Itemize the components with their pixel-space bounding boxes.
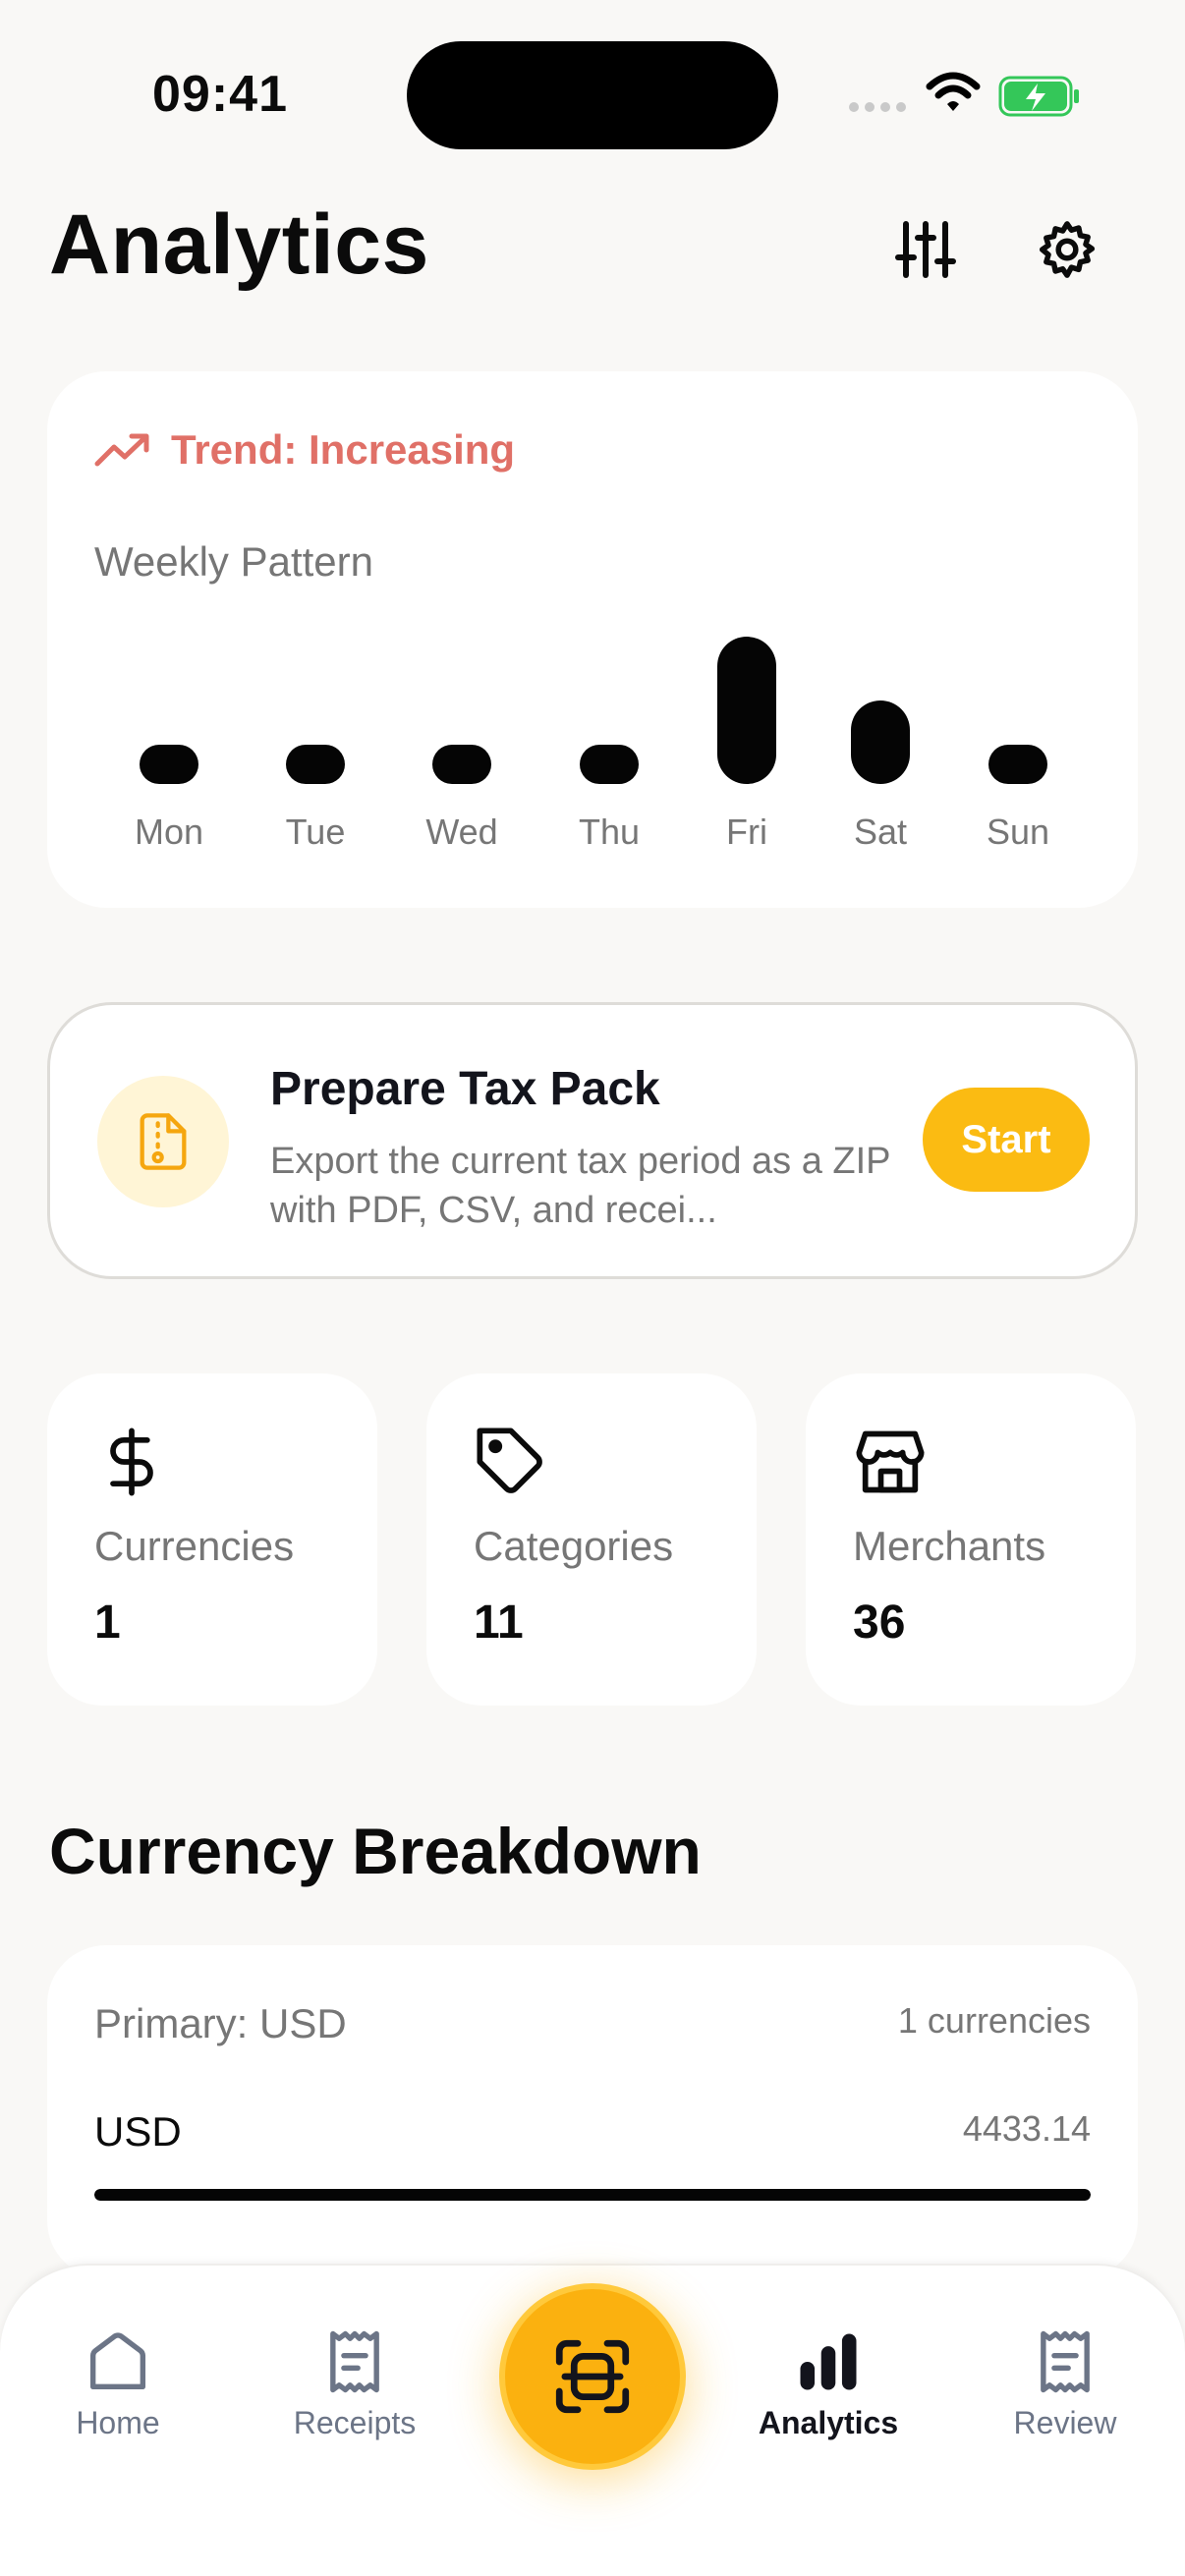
page-title: Analytics xyxy=(49,197,429,292)
wifi-icon xyxy=(926,72,981,111)
receipt-icon xyxy=(330,2330,379,2393)
stat-merchants[interactable]: Merchants 36 xyxy=(806,1373,1136,1706)
tax-pack-description: Export the current tax period as a ZIP w… xyxy=(270,1141,890,1231)
stat-label: Currencies xyxy=(94,1523,295,1569)
dollar-icon xyxy=(110,1428,153,1496)
filter-button[interactable] xyxy=(886,210,965,289)
chart-bar-mon xyxy=(140,745,198,784)
weekly-bar-chart: Mon Tue Wed Thu Fri Sat Sun xyxy=(47,371,1138,908)
scan-icon xyxy=(555,2339,630,2414)
chart-day-label: Mon xyxy=(134,812,204,852)
tab-receipts[interactable]: Receipts xyxy=(256,2324,453,2441)
chart-day-label: Fri xyxy=(726,812,767,852)
sliders-icon xyxy=(895,221,956,278)
stat-currencies[interactable]: Currencies 1 xyxy=(47,1373,377,1706)
currency-share-fill xyxy=(94,2189,1091,2201)
status-time: 09:41 xyxy=(152,66,288,123)
bar-chart-icon xyxy=(800,2333,857,2390)
stat-label: Categories xyxy=(474,1523,674,1569)
tax-document-icon xyxy=(97,1076,229,1207)
cellular-signal-icon xyxy=(849,102,908,114)
stat-categories[interactable]: Categories 11 xyxy=(426,1373,757,1706)
weekly-pattern-card: Trend: Increasing Weekly Pattern Mon Tue W… xyxy=(47,371,1138,908)
tax-pack-card[interactable]: Prepare Tax Pack Export the current tax … xyxy=(47,1002,1138,1279)
tab-label: Review xyxy=(1013,2405,1117,2440)
currency-breakdown-card: Primary: USD 1 currencies USD 4433.14 xyxy=(47,1945,1138,2279)
currency-code: USD xyxy=(94,2108,182,2155)
settings-button[interactable] xyxy=(1028,210,1106,289)
chart-bar-sun xyxy=(988,745,1047,784)
stat-value: 1 xyxy=(94,1596,121,1649)
chart-bar-wed xyxy=(432,745,491,784)
tab-review[interactable]: Review xyxy=(967,2324,1163,2441)
chart-day-label: Wed xyxy=(425,812,498,852)
currency-breakdown-title: Currency Breakdown xyxy=(49,1815,702,1887)
chart-day-label: Sat xyxy=(853,812,908,852)
chart-day-label: Thu xyxy=(578,812,641,852)
scan-receipt-button[interactable] xyxy=(499,2283,686,2470)
review-icon xyxy=(1041,2330,1090,2393)
chart-bar-tue xyxy=(286,745,345,784)
gear-icon xyxy=(1039,221,1096,278)
chart-bar-thu xyxy=(580,745,639,784)
currency-amount: 4433.14 xyxy=(962,2108,1091,2149)
stat-value: 11 xyxy=(474,1596,524,1649)
chart-day-label: Tue xyxy=(285,812,346,852)
home-icon xyxy=(89,2332,146,2390)
currency-share-bar xyxy=(94,2189,1091,2201)
start-tax-pack-button[interactable]: Start xyxy=(923,1088,1090,1192)
chart-day-label: Sun xyxy=(986,812,1050,852)
stat-label: Merchants xyxy=(853,1523,1046,1569)
primary-currency: Primary: USD xyxy=(94,2000,347,2046)
tax-pack-title: Prepare Tax Pack xyxy=(270,1063,660,1115)
chart-bar-fri xyxy=(717,637,776,784)
tab-analytics[interactable]: Analytics xyxy=(730,2324,927,2441)
tab-label: Analytics xyxy=(758,2405,899,2440)
tab-label: Home xyxy=(76,2405,160,2440)
store-icon xyxy=(856,1430,925,1493)
tab-label: Receipts xyxy=(293,2405,417,2440)
tag-icon xyxy=(477,1428,542,1493)
battery-charging-icon xyxy=(998,76,1079,117)
chart-bar-sat xyxy=(851,700,910,784)
stat-value: 36 xyxy=(853,1596,906,1649)
currency-count: 1 currencies xyxy=(897,2000,1091,2041)
dynamic-island xyxy=(407,41,778,149)
tab-home[interactable]: Home xyxy=(20,2324,216,2441)
